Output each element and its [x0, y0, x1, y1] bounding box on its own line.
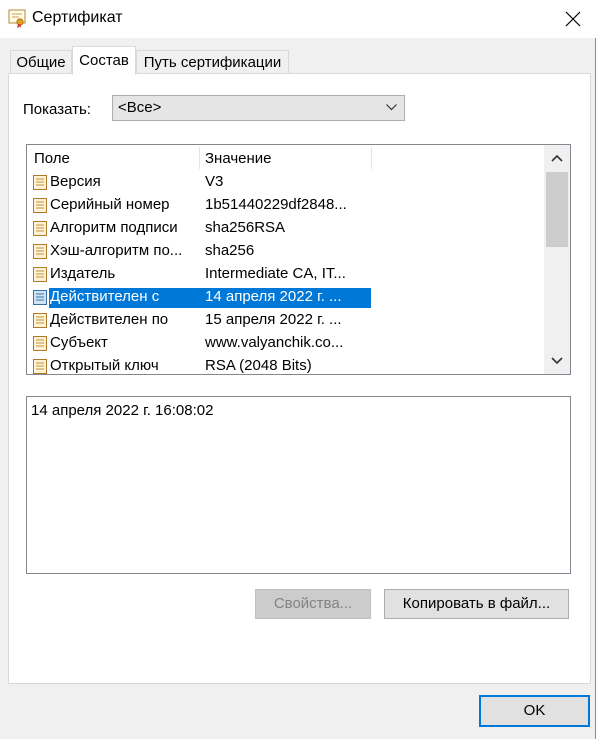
list-row[interactable]: Действителен с 14 апреля 2022 г. ...: [27, 286, 544, 309]
vertical-scrollbar[interactable]: [544, 145, 570, 374]
close-button[interactable]: [550, 0, 596, 38]
row-value: RSA (2048 Bits): [205, 357, 312, 374]
tab-details-label: Состав: [79, 52, 129, 69]
list-row[interactable]: Хэш-алгоритм по... sha256: [27, 240, 544, 263]
row-field: Серийный номер: [50, 196, 170, 213]
detail-text: 14 апреля 2022 г. 16:08:02: [31, 402, 214, 419]
row-value: 14 апреля 2022 г. ...: [199, 288, 371, 308]
field-icon: [33, 267, 47, 282]
certificate-dialog: Сертификат Общие Состав Путь сертификаци…: [0, 0, 596, 739]
copy-to-file-button[interactable]: Копировать в файл...: [384, 589, 569, 619]
row-value: sha256RSA: [205, 219, 286, 236]
list-row[interactable]: Серийный номер 1b51440229df2848...: [27, 194, 544, 217]
field-icon: [33, 198, 47, 213]
field-icon: [33, 313, 47, 328]
show-filter-value: <Все>: [118, 99, 162, 116]
close-icon: [565, 11, 581, 27]
row-value: 1b51440229df2848...: [205, 196, 347, 213]
list-row[interactable]: Субъект www.valyanchik.co...: [27, 332, 544, 355]
list-rows: Версия V3 Серийный номер 1b51440229df2848..…: [27, 171, 544, 374]
field-value-detail[interactable]: 14 апреля 2022 г. 16:08:02: [26, 396, 571, 574]
show-filter-select[interactable]: <Все>: [112, 95, 405, 121]
window-title: Сертификат: [32, 9, 123, 26]
certificate-icon: [8, 9, 26, 29]
title-bar[interactable]: Сертификат: [0, 0, 596, 38]
field-icon: [33, 290, 47, 305]
list-row[interactable]: Действителен по 15 апреля 2022 г. ...: [27, 309, 544, 332]
column-divider[interactable]: [199, 147, 200, 169]
show-label: Показать:: [23, 101, 91, 118]
list-row[interactable]: Версия V3: [27, 171, 544, 194]
scroll-thumb[interactable]: [546, 172, 568, 247]
list-header: Поле Значение: [27, 145, 544, 171]
tab-general[interactable]: Общие: [10, 50, 72, 74]
field-icon: [33, 244, 47, 259]
tab-certification-path[interactable]: Путь сертификации: [136, 50, 289, 74]
field-icon: [33, 221, 47, 236]
list-row[interactable]: Издатель Intermediate CA, IT...: [27, 263, 544, 286]
field-icon: [33, 336, 47, 351]
ok-button[interactable]: OK: [479, 695, 590, 727]
tab-general-label: Общие: [16, 54, 66, 71]
list-row[interactable]: Открытый ключ RSA (2048 Bits): [27, 355, 544, 374]
row-value: www.valyanchik.co...: [205, 334, 344, 351]
row-value: V3: [205, 173, 224, 190]
properties-button-label: Свойства...: [273, 595, 353, 612]
row-field: Субъект: [50, 334, 108, 351]
row-value: Intermediate CA, IT...: [205, 265, 346, 282]
row-field: Действителен с: [49, 288, 199, 308]
row-field: Открытый ключ: [50, 357, 159, 374]
chevron-up-icon: [551, 154, 563, 162]
row-field: Версия: [50, 173, 101, 190]
row-field: Алгоритм подписи: [50, 219, 178, 236]
tab-details[interactable]: Состав: [72, 46, 136, 75]
field-list[interactable]: Поле Значение Версия V3 Серийный номер 1b51…: [26, 144, 571, 375]
chevron-down-icon: [551, 357, 563, 365]
field-icon: [33, 359, 47, 374]
row-value: sha256: [205, 242, 255, 259]
list-row[interactable]: Алгоритм подписи sha256RSA: [27, 217, 544, 240]
field-icon: [33, 175, 47, 190]
scroll-down-button[interactable]: [544, 348, 570, 374]
row-value: 15 апреля 2022 г. ...: [205, 311, 342, 328]
scroll-up-button[interactable]: [544, 145, 570, 171]
tab-certification-path-label: Путь сертификации: [143, 54, 282, 71]
row-field: Действителен по: [50, 311, 169, 328]
background-strip: [597, 0, 603, 739]
chevron-down-icon: [386, 104, 397, 111]
row-field: Издатель: [50, 265, 116, 282]
column-header-value[interactable]: Значение: [205, 150, 272, 167]
copy-to-file-button-label: Копировать в файл...: [402, 595, 551, 612]
row-field: Хэш-алгоритм по...: [50, 242, 183, 259]
column-header-field[interactable]: Поле: [34, 150, 70, 167]
properties-button[interactable]: Свойства...: [255, 589, 371, 619]
ok-button-label: OK: [523, 702, 546, 719]
column-divider[interactable]: [371, 147, 372, 169]
